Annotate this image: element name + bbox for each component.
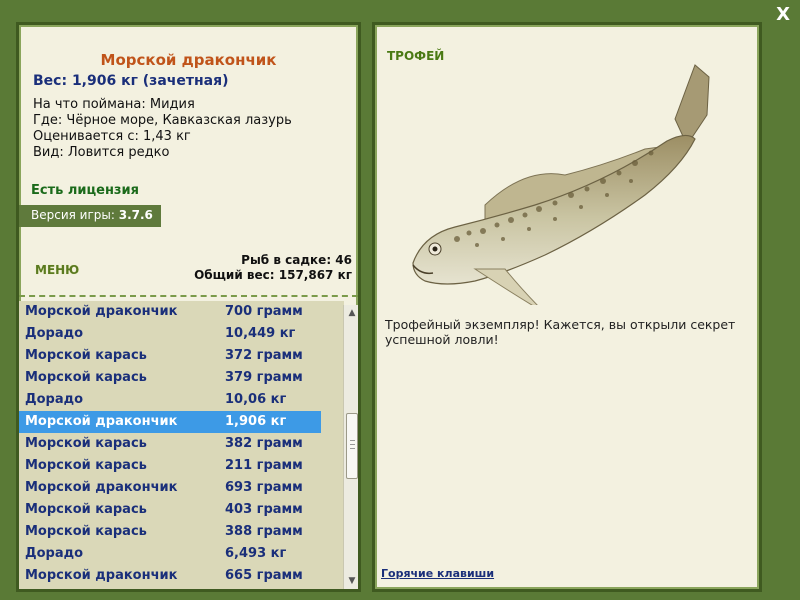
trophy-description: Трофейный экземпляр! Кажется, вы открыли…	[385, 317, 736, 347]
total-weight: Общий вес: 157,867 кг	[194, 268, 352, 282]
fish-name: Морской карась	[25, 370, 147, 385]
fish-name: Морской дракончик	[25, 304, 178, 319]
list-item[interactable]: Морской карась 211 грамм	[19, 455, 344, 477]
fish-weight-cell: 665 грамм	[225, 568, 303, 583]
fish-name: Дорадо	[25, 326, 84, 341]
license-status: Есть лицензия	[31, 183, 139, 198]
trophy-panel: ТРОФЕЙ Трофейный экземпляр! Кажется, вы …	[372, 22, 762, 592]
hotkeys-link[interactable]: Горячие клавиши	[381, 567, 494, 580]
list-item[interactable]: Морской карась 379 грамм	[19, 367, 344, 389]
location-info: Где: Чёрное море, Кавказская лазурь	[33, 113, 292, 128]
keepnet-stats: Рыб в садке: 46 Общий вес: 157,867 кг	[194, 253, 352, 283]
value-info: Оценивается с: 1,43 кг	[33, 129, 191, 144]
scroll-up-arrow-icon[interactable]: ▲	[344, 305, 358, 321]
list-item[interactable]: Морской карась 372 грамм	[19, 345, 344, 367]
scroll-thumb[interactable]	[346, 413, 358, 479]
fish-weight: Вес: 1,906 кг (зачетная)	[33, 73, 229, 89]
catch-list[interactable]: Морской дракончик 700 грамм Дорадо 10,449 к…	[19, 301, 344, 589]
fish-weight-cell: 1,906 кг	[225, 414, 287, 429]
fish-weight-cell: 388 грамм	[225, 524, 303, 539]
bait-info: На что поймана: Мидия	[33, 97, 195, 112]
fish-name: Морской карась	[25, 502, 147, 517]
fish-name: Морской дракончик	[25, 480, 178, 495]
list-item[interactable]: Морской карась 388 грамм	[19, 521, 344, 543]
fish-weight-cell: 403 грамм	[225, 502, 303, 517]
list-item[interactable]: Дорадо 6,493 кг	[19, 543, 344, 565]
fish-weight-cell: 10,06 кг	[225, 392, 287, 407]
close-button[interactable]: X	[776, 4, 790, 25]
fish-name: Морской карась	[25, 524, 147, 539]
fish-weight-cell: 10,449 кг	[225, 326, 296, 341]
fish-weight-cell: 693 грамм	[225, 480, 303, 495]
fish-weight-cell: 211 грамм	[225, 458, 303, 473]
list-item[interactable]: Морской дракончик 693 грамм	[19, 477, 344, 499]
version-bar: Версия игры: 3.7.6	[19, 205, 161, 227]
list-item[interactable]: Морской карась 382 грамм	[19, 433, 344, 455]
fish-count: Рыб в садке: 46	[241, 253, 352, 267]
fish-weight-cell: 382 грамм	[225, 436, 303, 451]
fish-weight-cell: 700 грамм	[225, 304, 303, 319]
version-value: 3.7.6	[118, 208, 153, 222]
list-item[interactable]: Морской дракончик 665 грамм	[19, 565, 344, 587]
kind-info: Вид: Ловится редко	[33, 145, 170, 160]
list-item[interactable]: Морской карась 403 грамм	[19, 499, 344, 521]
fish-name: Морской дракончик	[25, 414, 178, 429]
divider	[19, 295, 358, 297]
list-item[interactable]: Морской дракончик 700 грамм	[19, 301, 344, 323]
fish-name: Дорадо	[25, 392, 84, 407]
fish-weight-cell: 372 грамм	[225, 348, 303, 363]
list-item[interactable]: Дорадо 10,06 кг	[19, 389, 344, 411]
list-item[interactable]: Морской дракончик 1,906 кг	[19, 411, 321, 433]
list-item[interactable]: Дорадо 10,449 кг	[19, 323, 344, 345]
menu-button[interactable]: МЕНЮ	[35, 263, 79, 277]
scroll-down-arrow-icon[interactable]: ▼	[344, 573, 358, 589]
fish-image	[412, 64, 710, 305]
fish-name-title: Морской дракончик	[100, 51, 277, 69]
fish-info-panel: Морской дракончик Вес: 1,906 кг (зачетна…	[16, 22, 361, 592]
fish-weight-cell: 379 грамм	[225, 370, 303, 385]
version-label: Версия игры:	[31, 208, 115, 222]
fish-name: Морской карась	[25, 458, 147, 473]
fish-name: Морской карась	[25, 348, 147, 363]
fish-name: Морской карась	[25, 436, 147, 451]
fish-name: Дорадо	[25, 546, 84, 561]
list-scrollbar[interactable]: ▲ ▼	[343, 305, 358, 589]
fish-name: Морской дракончик	[25, 568, 178, 583]
fish-weight-cell: 6,493 кг	[225, 546, 287, 561]
